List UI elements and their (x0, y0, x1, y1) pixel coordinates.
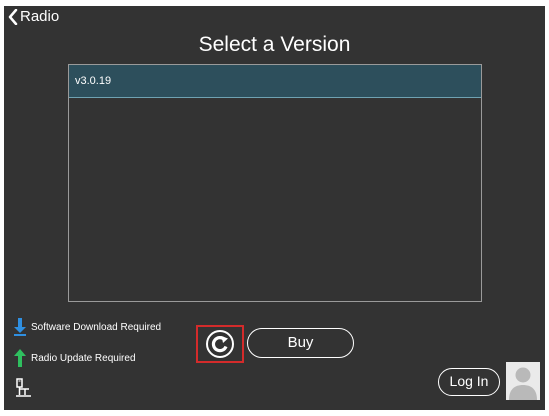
user-avatar-icon (509, 367, 537, 400)
legend-software-download: Software Download Required (13, 317, 161, 337)
page-title: Select a Version (198, 33, 351, 56)
network-icon[interactable] (15, 378, 33, 405)
login-button[interactable]: Log In (438, 368, 500, 396)
buy-button[interactable]: Buy (247, 328, 354, 358)
version-label: v3.0.19 (75, 75, 112, 87)
back-button[interactable]: Radio (8, 8, 59, 26)
download-arrow-icon (14, 318, 26, 336)
refresh-button[interactable] (196, 325, 244, 363)
back-label: Radio (20, 8, 60, 25)
legend-software-download-label: Software Download Required (31, 321, 162, 333)
avatar[interactable] (506, 362, 540, 400)
legend-radio-update: Radio Update Required (13, 348, 136, 368)
version-list[interactable]: v3.0.19 (68, 64, 482, 302)
upload-arrow-icon (14, 349, 26, 367)
chevron-left-icon (8, 9, 18, 25)
version-item[interactable]: v3.0.19 (69, 65, 481, 98)
app-window: Radio Select a Version v3.0.19 Software … (4, 6, 545, 410)
legend-radio-update-label: Radio Update Required (31, 352, 136, 364)
refresh-icon (206, 330, 234, 358)
